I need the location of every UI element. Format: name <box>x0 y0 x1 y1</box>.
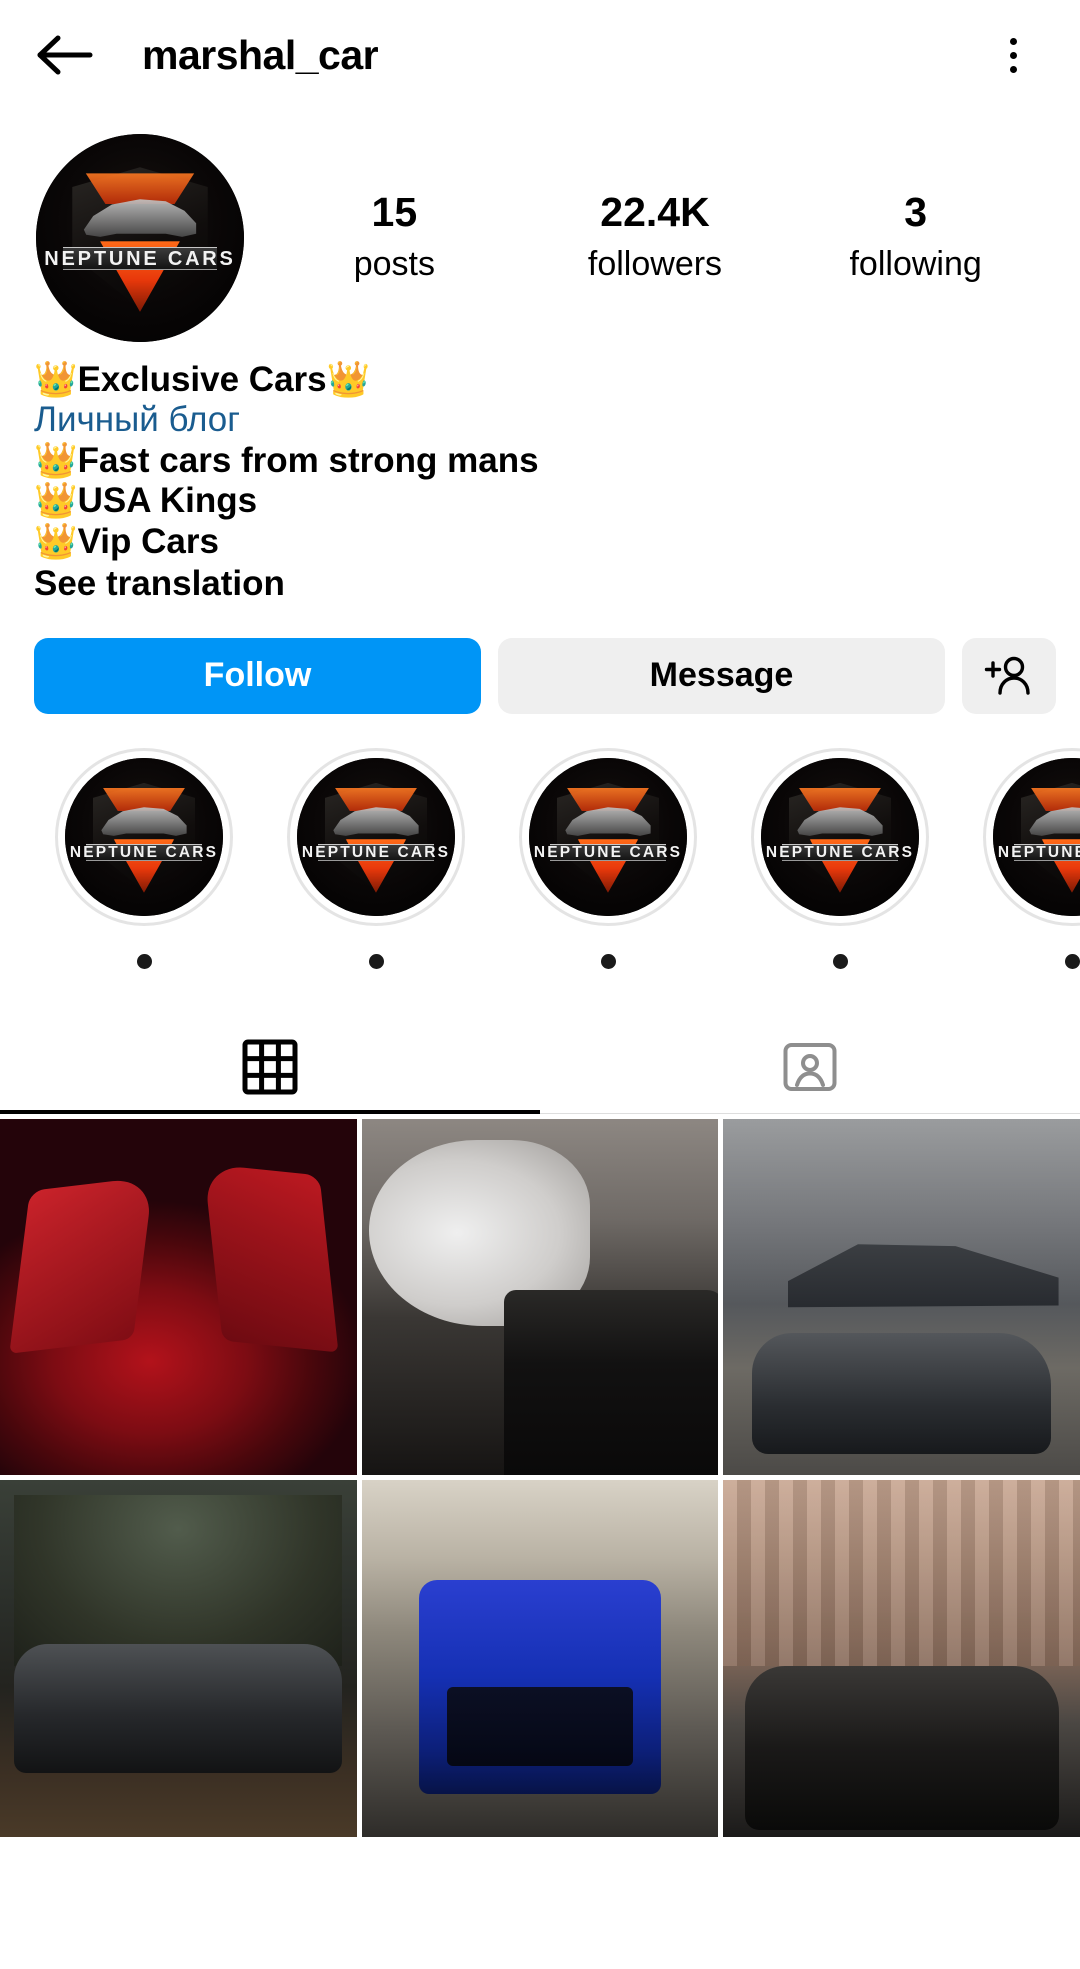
highlight-indicator-dot <box>832 953 848 969</box>
highlight-cover-text: NEPTUNE CARS <box>997 843 1080 861</box>
add-person-icon <box>984 656 1030 695</box>
avatar[interactable]: NEPTUNE CARS <box>36 134 244 342</box>
highlight-ring: NEPTUNE CARS <box>287 747 465 926</box>
post-thumbnail[interactable] <box>0 1118 357 1476</box>
post-thumbnail[interactable] <box>361 1118 719 1476</box>
posts-grid <box>0 1114 1080 1838</box>
post-thumbnail[interactable] <box>723 1118 1080 1476</box>
highlight-indicator-dot <box>136 953 152 969</box>
profile-summary-row: NEPTUNE CARS 15 posts 22.4K followers 3 … <box>0 110 1080 342</box>
bio-line-3: 👑Vip Cars <box>34 521 219 561</box>
highlight-ring: NEPTUNE CARS <box>751 747 929 926</box>
profile-bio: 👑Exclusive Cars👑 Личный блог 👑Fast cars … <box>0 342 1080 605</box>
instagram-profile-screen: marshal_car NEPTUNE CARS 15 posts 22.4K … <box>0 0 1080 1969</box>
highlight-cover-text: NEPTUNE CARS <box>69 843 219 861</box>
highlight-cover-text: NEPTUNE CARS <box>533 843 683 861</box>
post-thumbnail[interactable] <box>723 1480 1080 1838</box>
bio-line-title: 👑Exclusive Cars👑 <box>34 360 371 399</box>
highlight-cover: NEPTUNE CARS <box>65 757 223 916</box>
back-arrow-icon[interactable] <box>34 24 96 86</box>
profile-action-buttons: Follow Message <box>0 605 1080 714</box>
posts-label: posts <box>353 244 435 283</box>
page-title: marshal_car <box>142 31 379 78</box>
highlight-cover: NEPTUNE CARS <box>761 757 919 916</box>
active-tab-indicator <box>0 1109 540 1114</box>
message-button[interactable]: Message <box>498 637 945 714</box>
kebab-menu-icon[interactable] <box>986 28 1040 82</box>
tab-tagged[interactable] <box>540 1021 1080 1113</box>
tagged-person-icon <box>783 1042 837 1091</box>
highlight-ring: NEPTUNE CARS <box>519 747 697 926</box>
stat-following[interactable]: 3 following <box>841 188 991 286</box>
follow-button[interactable]: Follow <box>34 637 481 714</box>
story-highlights-row[interactable]: NEPTUNE CARS NEPTUNE CARS NEPTUNE CARS N… <box>0 714 1080 969</box>
highlight-item[interactable]: NEPTUNE CARS <box>724 747 956 969</box>
neptune-cars-logo: NEPTUNE CARS <box>36 134 244 342</box>
highlight-indicator-dot <box>368 953 384 969</box>
avatar-logo-text: NEPTUNE CARS <box>44 247 236 270</box>
see-translation-link[interactable]: See translation <box>34 564 1046 605</box>
stat-posts[interactable]: 15 posts <box>319 188 469 286</box>
highlight-cover: NEPTUNE CARS <box>529 757 687 916</box>
highlight-indicator-dot <box>600 953 616 969</box>
grid-icon <box>242 1039 298 1095</box>
highlight-cover: NEPTUNE CARS <box>297 757 455 916</box>
following-label: following <box>849 244 982 283</box>
highlight-indicator-dot <box>1064 953 1080 969</box>
followers-count: 22.4K <box>600 188 710 235</box>
highlight-item[interactable]: NEPTUNE CARS <box>28 747 260 969</box>
highlight-cover-text: NEPTUNE CARS <box>301 843 451 861</box>
post-thumbnail[interactable] <box>0 1480 357 1838</box>
stat-followers[interactable]: 22.4K followers <box>580 188 730 286</box>
profile-stats: 15 posts 22.4K followers 3 following <box>246 188 1046 286</box>
post-thumbnail[interactable] <box>361 1480 719 1838</box>
following-count: 3 <box>904 188 928 235</box>
tab-grid[interactable] <box>0 1021 540 1113</box>
posts-count: 15 <box>371 188 418 235</box>
add-person-button[interactable] <box>962 637 1056 714</box>
highlight-ring: NEPTUNE CARS <box>983 747 1080 926</box>
profile-tabs <box>0 1021 1080 1114</box>
avatar-wrapper: NEPTUNE CARS <box>34 134 246 342</box>
app-header: marshal_car <box>0 0 1080 110</box>
highlight-item[interactable]: NEPTUNE CARS <box>260 747 492 969</box>
followers-label: followers <box>587 244 723 283</box>
highlight-cover-text: NEPTUNE CARS <box>765 843 915 861</box>
bio-line-1: 👑Fast cars from strong mans <box>34 440 539 480</box>
highlight-cover: NEPTUNE CARS <box>993 757 1080 916</box>
highlight-ring: NEPTUNE CARS <box>55 747 233 926</box>
bio-line-2: 👑USA Kings <box>34 481 258 521</box>
bio-category-link[interactable]: Личный блог <box>34 400 1046 440</box>
highlight-item[interactable]: NEPTUNE CARS <box>492 747 724 969</box>
highlight-item[interactable]: NEPTUNE CARS <box>956 747 1080 969</box>
